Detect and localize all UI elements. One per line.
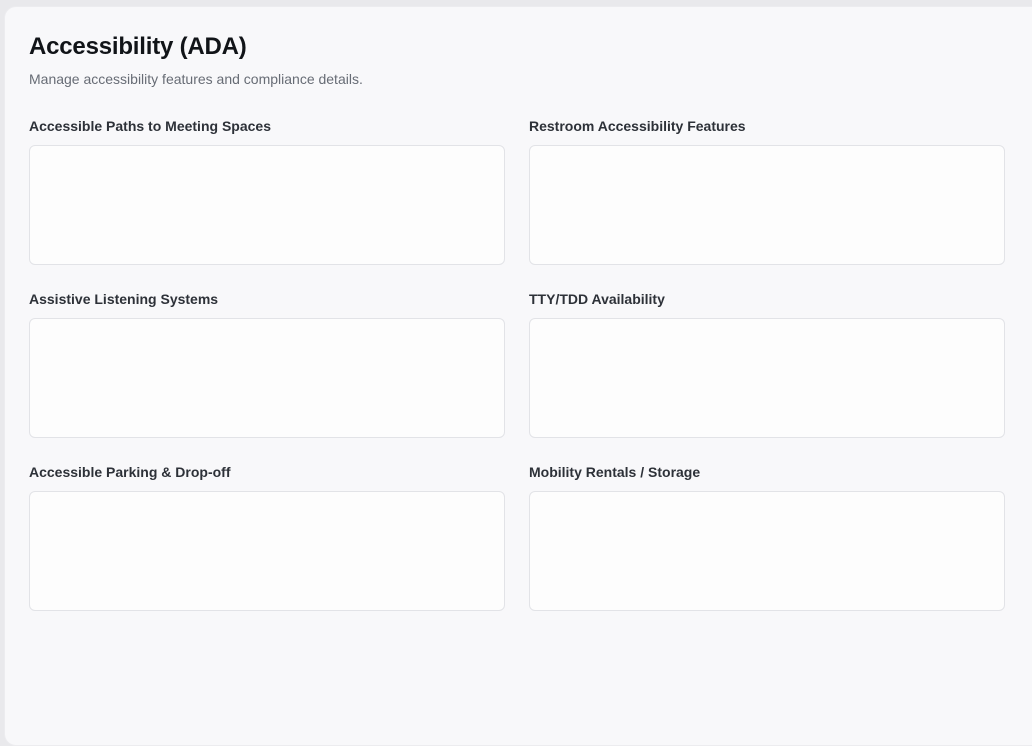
mobility-rentals-textarea[interactable]: [529, 491, 1005, 611]
accessible-paths-label: Accessible Paths to Meeting Spaces: [29, 118, 271, 134]
page-subtitle: Manage accessibility features and compli…: [29, 71, 363, 87]
restroom-accessibility-label: Restroom Accessibility Features: [529, 118, 746, 134]
mobility-rentals-label: Mobility Rentals / Storage: [529, 464, 701, 480]
assistive-listening-textarea[interactable]: [29, 318, 505, 438]
accessible-parking-label: Accessible Parking & Drop-off: [29, 464, 231, 480]
assistive-listening-label: Assistive Listening Systems: [29, 291, 219, 307]
page-title: Accessibility (ADA): [29, 33, 247, 60]
tty-tdd-textarea[interactable]: [529, 318, 1005, 438]
accessible-parking-textarea[interactable]: [29, 491, 505, 611]
tty-tdd-label: TTY/TDD Availability: [529, 291, 665, 307]
accessible-paths-textarea[interactable]: [29, 145, 505, 265]
accessibility-panel: Accessibility (ADA) Manage accessibility…: [4, 6, 1032, 746]
restroom-accessibility-textarea[interactable]: [529, 145, 1005, 265]
